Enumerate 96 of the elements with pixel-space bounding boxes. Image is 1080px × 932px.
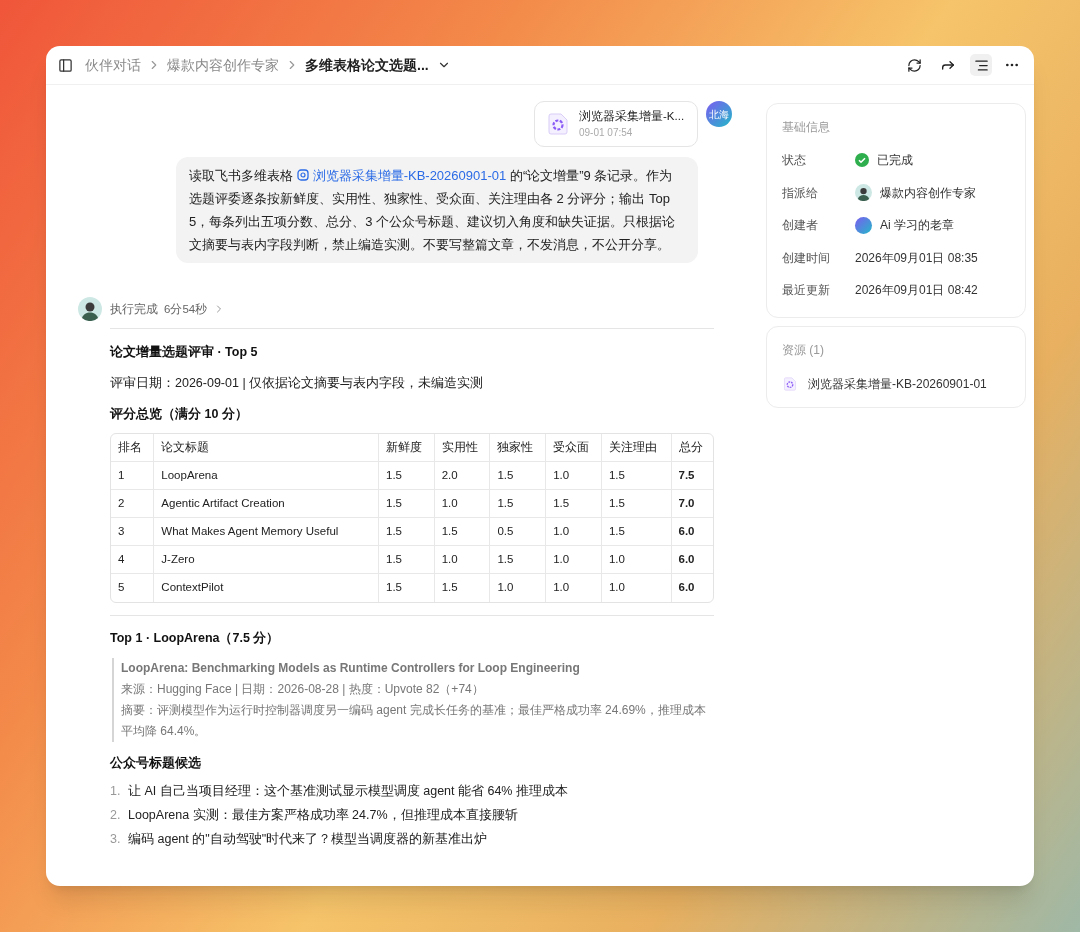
table-cell: 1.5: [378, 489, 435, 518]
check-circle-icon: [855, 153, 869, 168]
avatar-icon: [78, 297, 102, 322]
attachment-time: 09-01 07:54: [579, 126, 634, 141]
table-cell: 1.0: [545, 517, 602, 546]
outline-icon: [973, 57, 989, 73]
table-cell: 2: [111, 489, 154, 518]
info-label: 最近更新: [782, 282, 831, 300]
refresh-icon[interactable]: [907, 57, 922, 73]
table-cell: 1.0: [545, 461, 602, 490]
attachment-name: 浏览器采集增量-K...: [579, 109, 685, 124]
table-link-icon: [296, 169, 309, 182]
table-cell: 7.0: [671, 489, 713, 518]
list-number: 2.: [110, 807, 122, 823]
section-heading: 评分总览（满分 10 分）: [110, 405, 249, 423]
table-cell: 1.5: [434, 517, 490, 546]
file-icon: [545, 111, 571, 138]
table-cell: ContextPilot: [153, 573, 379, 602]
column-header: 受众面: [545, 433, 602, 462]
table-cell: 1.5: [378, 573, 435, 602]
table-cell: 3: [111, 517, 154, 546]
table-cell: 1.5: [545, 489, 602, 518]
section-heading: Top 1 · LoopArena（7.5 分）: [110, 629, 281, 647]
column-header: 独家性: [489, 433, 546, 462]
info-label: 指派给: [782, 184, 819, 202]
column-header: 关注理由: [601, 433, 672, 462]
outline-button[interactable]: [970, 54, 992, 76]
section-heading: 公众号标题候选: [110, 755, 202, 773]
info-value: Ai 学习的老章: [880, 217, 954, 235]
avatar-icon: [855, 184, 872, 202]
table-cell: 1.5: [489, 489, 546, 518]
breadcrumb-item[interactable]: 伙伴对话: [85, 54, 141, 76]
info-value: 爆款内容创作专家: [880, 184, 976, 202]
table-cell: 6.0: [671, 517, 713, 546]
user-message: 读取飞书多维表格 浏览器采集增量-KB-20260901-01 的“论文增量”9 条记录。作为选题评委逐条按新鲜度、实用性、独家性、受众面、关注理由各 2 分评分；输出 Top 5，每条列出五项分数、总分、3 个公众号标题、建议切入角度和缺失证据。只根据论文摘要与表内字段判断，禁止编造实测。不要写整篇文章，不发消息，不公开分享。: [176, 157, 698, 264]
table-cell: 1.0: [545, 545, 602, 574]
sidebar-toggle-icon[interactable]: [58, 57, 73, 73]
table-cell: 5: [111, 573, 154, 602]
title-candidate: 编码 agent 的"自动驾驶"时代来了？模型当调度器的新基准出炉: [128, 831, 488, 847]
file-icon: [782, 375, 798, 392]
info-value: 已完成: [877, 152, 913, 170]
quote-title: LoopArena: Benchmarking Models as Runtime Controllers for Loop Engineering: [121, 660, 581, 678]
table-link[interactable]: 浏览器采集增量-KB-20260901-01: [296, 168, 507, 184]
table-cell: What Makes Agent Memory Useful: [153, 517, 379, 546]
column-header: 新鲜度: [378, 433, 435, 462]
info-value: 2026年09月01日 08:42: [855, 282, 978, 300]
breadcrumb-item[interactable]: 多维表格论文选题...: [305, 54, 429, 76]
table-cell: 4: [111, 545, 154, 574]
quote-source: 来源：Hugging Face | 日期：2026-08-28 | 热度：Upvote 82（+74）: [121, 681, 485, 699]
table-cell: LoopArena: [153, 461, 379, 490]
table-cell: 1.5: [378, 517, 435, 546]
table-cell: 1.0: [489, 573, 546, 602]
report-title: 论文增量选题评审 · Top 5: [110, 343, 259, 362]
run-status-button[interactable]: 执行完成 6分54秒: [110, 300, 226, 318]
table-cell: 7.5: [671, 461, 713, 490]
quote-summary: 摘要：评测模型作为运行时控制器调度另一编码 agent 完成长任务的基准；最佳严格成功率 24.69%，推理成本平均降 64.4%。: [121, 702, 707, 741]
breadcrumb-item[interactable]: 爆款内容创作专家: [167, 54, 279, 76]
table-cell: 1.0: [601, 545, 672, 574]
table-cell: 1.0: [434, 545, 490, 574]
column-header: 论文标题: [153, 433, 379, 462]
table-cell: 1.5: [489, 545, 546, 574]
info-value: 2026年09月01日 08:35: [855, 249, 978, 267]
user-avatar: 北海: [706, 101, 732, 127]
table-cell: 1.5: [434, 573, 490, 602]
title-candidate: 让 AI 自己当项目经理：这个基准测试显示模型调度 agent 能省 64% 推理成本: [128, 783, 568, 799]
table-cell: 1.5: [378, 461, 435, 490]
info-label: 创建者: [782, 217, 819, 235]
list-number: 3.: [110, 831, 122, 847]
table-cell: 1.0: [601, 573, 672, 602]
info-label: 状态: [782, 152, 807, 170]
table-cell: 6.0: [671, 573, 713, 602]
column-header: 实用性: [434, 433, 490, 462]
table-cell: 1.0: [434, 489, 490, 518]
table-cell: Agentic Artifact Creation: [153, 489, 379, 518]
table-cell: 1.0: [545, 573, 602, 602]
list-number: 1.: [110, 783, 122, 799]
table-cell: J-Zero: [153, 545, 379, 574]
table-cell: 1.5: [489, 461, 546, 490]
table-cell: 1.5: [601, 489, 672, 518]
table-cell: 1.5: [378, 545, 435, 574]
column-header: 总分: [671, 433, 713, 462]
info-label: 创建时间: [782, 249, 831, 267]
card-heading: 基础信息: [782, 119, 831, 136]
table-cell: 6.0: [671, 545, 713, 574]
title-candidate: LoopArena 实测：最佳方案严格成功率 24.7%，但推理成本直接腰斩: [128, 807, 518, 823]
card-heading: 资源 (1): [782, 341, 825, 359]
table-cell: 1.5: [601, 461, 672, 490]
table-cell: 0.5: [489, 517, 546, 546]
table-cell: 2.0: [434, 461, 490, 490]
resource-item[interactable]: 浏览器采集增量-KB-20260901-01: [782, 374, 1010, 393]
report-meta: 评审日期：2026-09-01 | 仅依据论文摘要与表内字段，未编造实测: [110, 375, 485, 392]
column-header: 排名: [111, 433, 154, 462]
avatar-icon: [855, 216, 872, 234]
table-cell: 1: [111, 461, 154, 490]
table-cell: 1.5: [601, 517, 672, 546]
attachment-card[interactable]: 浏览器采集增量-K... 09-01 07:54: [534, 101, 698, 148]
